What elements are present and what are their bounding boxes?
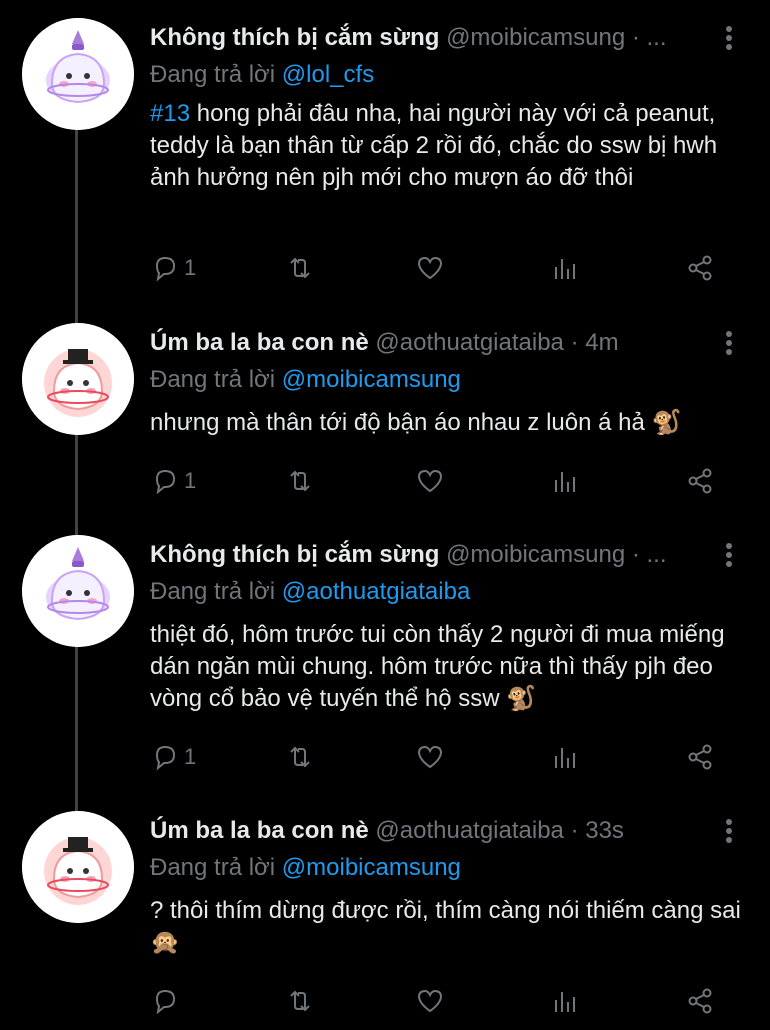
reply-icon (155, 469, 176, 495)
views-button[interactable] (550, 461, 580, 501)
share-button[interactable] (685, 981, 715, 1021)
retweet-button[interactable] (285, 737, 315, 777)
avatar[interactable] (22, 18, 134, 130)
share-button[interactable] (685, 461, 715, 501)
share-icon (688, 468, 712, 494)
more-options-icon[interactable] (722, 819, 736, 845)
reply-button[interactable]: 1 (150, 461, 196, 501)
retweet-button[interactable] (285, 461, 315, 501)
unicorn-ghost-avatar-icon (22, 535, 134, 647)
views-icon (555, 472, 575, 492)
views-icon (555, 992, 575, 1012)
reply-count: 1 (184, 744, 197, 769)
magician-ghost-avatar-icon (22, 323, 134, 435)
avatar[interactable] (22, 811, 134, 923)
share-icon (688, 255, 712, 281)
share-button[interactable] (685, 737, 715, 777)
tweet-text: ? thôi thím dừng được rồi, thím càng nói… (150, 895, 750, 959)
tweet-actions: 1 (150, 461, 725, 501)
like-button[interactable] (415, 248, 445, 288)
heart-icon (417, 469, 443, 493)
replying-prefix: Đang trả lời (150, 366, 276, 393)
share-button[interactable] (685, 248, 715, 288)
reply-count: 1 (184, 468, 197, 493)
replying-to-handle[interactable]: @moibicamsung (282, 854, 461, 881)
replying-prefix: Đang trả lời (150, 61, 276, 88)
retweet-button[interactable] (285, 248, 315, 288)
unicorn-ghost-avatar-icon (22, 18, 134, 130)
tweet-text: #13 hong phải đâu nha, hai người này với… (150, 98, 750, 194)
replying-to: Đang trả lời @moibicamsung (150, 363, 461, 397)
retweet-icon (290, 470, 310, 492)
like-button[interactable] (415, 737, 445, 777)
retweet-button[interactable] (285, 981, 315, 1021)
reply-icon (155, 256, 176, 282)
avatar[interactable] (22, 535, 134, 647)
handle-time[interactable]: @moibicamsung · ... (446, 24, 666, 51)
replying-prefix: Đang trả lời (150, 854, 276, 881)
avatar[interactable] (22, 323, 134, 435)
hashtag-link[interactable]: #13 (150, 100, 190, 127)
like-button[interactable] (415, 981, 445, 1021)
tweet-text: nhưng mà thân tới độ bận áo nhau z luôn … (150, 407, 750, 439)
tweet-header: Không thích bị cắm sừng @moibicamsung · … (150, 18, 710, 58)
handle-time[interactable]: @aothuatgiataiba · 4m (375, 329, 618, 356)
tweet-actions (150, 981, 725, 1021)
replying-prefix: Đang trả lời (150, 578, 276, 605)
tweet-actions: 1 (150, 248, 725, 288)
handle-time[interactable]: @aothuatgiataiba · 33s (375, 817, 624, 844)
replying-to: Đang trả lời @lol_cfs (150, 58, 374, 92)
replying-to-handle[interactable]: @aothuatgiataiba (282, 578, 471, 605)
display-name[interactable]: Không thích bị cắm sừng (150, 24, 439, 51)
more-options-icon[interactable] (722, 331, 736, 357)
thread-connector-line (75, 124, 78, 812)
views-button[interactable] (550, 248, 580, 288)
reply-icon (155, 989, 176, 1015)
views-icon (555, 748, 575, 768)
views-button[interactable] (550, 981, 580, 1021)
views-button[interactable] (550, 737, 580, 777)
tweet-actions: 1 (150, 737, 725, 777)
reply-button[interactable]: 1 (150, 248, 196, 288)
display-name[interactable]: Không thích bị cắm sừng (150, 541, 439, 568)
magician-ghost-avatar-icon (22, 811, 134, 923)
reply-icon (155, 745, 176, 771)
tweet-text-content: hong phải đâu nha, hai người này với cả … (150, 100, 718, 191)
heart-icon (417, 256, 443, 280)
retweet-icon (290, 257, 310, 279)
tweet-header: Úm ba la ba con nè @aothuatgiataiba · 4m (150, 323, 710, 363)
tweet-text: thiệt đó, hôm trước tui còn thấy 2 người… (150, 619, 750, 715)
reply-button[interactable]: 1 (150, 737, 196, 777)
reply-count: 1 (184, 255, 197, 280)
tweet-header: Không thích bị cắm sừng @moibicamsung · … (150, 535, 710, 575)
tweet-text-content: ? thôi thím dừng được rồi, thím càng nói… (150, 897, 741, 956)
display-name[interactable]: Úm ba la ba con nè (150, 329, 369, 356)
display-name[interactable]: Úm ba la ba con nè (150, 817, 369, 844)
share-icon (688, 744, 712, 770)
retweet-icon (290, 990, 310, 1012)
like-button[interactable] (415, 461, 445, 501)
tweet-text-content: thiệt đó, hôm trước tui còn thấy 2 người… (150, 621, 725, 712)
more-options-icon[interactable] (722, 543, 736, 569)
more-options-icon[interactable] (722, 26, 736, 52)
reply-button[interactable] (150, 981, 184, 1021)
heart-icon (417, 989, 443, 1013)
replying-to-handle[interactable]: @lol_cfs (282, 61, 374, 88)
views-icon (555, 259, 575, 279)
tweet-header: Úm ba la ba con nè @aothuatgiataiba · 33… (150, 811, 710, 851)
heart-icon (417, 745, 443, 769)
replying-to: Đang trả lời @aothuatgiataiba (150, 575, 470, 609)
replying-to-handle[interactable]: @moibicamsung (282, 366, 461, 393)
replying-to: Đang trả lời @moibicamsung (150, 851, 461, 885)
tweet-text-content: nhưng mà thân tới độ bận áo nhau z luôn … (150, 409, 682, 436)
share-icon (688, 988, 712, 1014)
retweet-icon (290, 746, 310, 768)
handle-time[interactable]: @moibicamsung · ... (446, 541, 666, 568)
